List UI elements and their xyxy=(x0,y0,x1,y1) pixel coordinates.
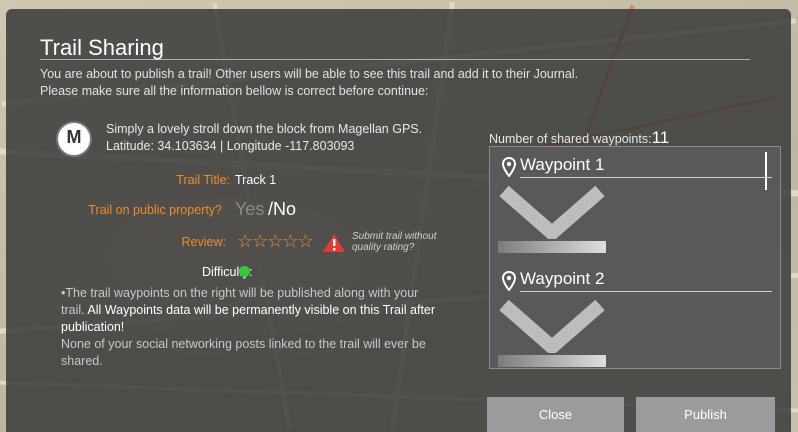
public-yes-option[interactable]: Yes xyxy=(235,199,264,220)
note-part-2: All Waypoints data will be permanently v… xyxy=(61,303,436,334)
shared-waypoints-number: 11 xyxy=(651,128,670,147)
publish-note: •The trail waypoints on the right will b… xyxy=(61,285,436,370)
logo-letter: M xyxy=(66,127,82,147)
publish-button[interactable]: Publish xyxy=(636,397,775,432)
waypoint-divider xyxy=(520,291,772,292)
waypoint-thumbnail-bar xyxy=(498,355,606,367)
waypoint-name: Waypoint 1 xyxy=(520,155,605,174)
trail-title-label: Trail Title: xyxy=(176,173,230,187)
public-no-option[interactable]: /No xyxy=(268,199,296,220)
close-button[interactable]: Close xyxy=(487,397,624,432)
shared-waypoints-count: Number of shared waypoints:11 xyxy=(489,128,669,148)
waypoint-name: Waypoint 2 xyxy=(520,269,605,288)
intro-line-2: Please make sure all the information bel… xyxy=(40,84,429,98)
review-label: Review: xyxy=(181,235,226,249)
trail-description: Simply a lovely stroll down the block fr… xyxy=(106,121,422,155)
submit-without-line-1: Submit trail without xyxy=(352,231,437,242)
review-stars[interactable]: ☆☆☆☆☆ xyxy=(237,231,314,252)
warning-icon xyxy=(323,234,345,252)
dialog-title: Trail Sharing xyxy=(40,35,164,60)
intro-line-1: You are about to publish a trail! Other … xyxy=(40,67,579,81)
location-pin-icon xyxy=(502,157,516,177)
waypoint-list[interactable]: Waypoint 1 Waypoint 2 xyxy=(489,146,781,369)
title-divider xyxy=(40,59,750,60)
trail-sharing-dialog: Trail Sharing You are about to publish a… xyxy=(6,9,791,432)
coordinates-text: Latitude: 34.103634 | Longitude -117.803… xyxy=(106,139,355,153)
waypoint-thumbnail-bar xyxy=(498,241,606,253)
public-property-label: Trail on public property? xyxy=(88,203,222,217)
description-text: Simply a lovely stroll down the block fr… xyxy=(106,122,423,136)
shared-waypoints-label: Number of shared waypoints: xyxy=(489,132,652,146)
intro-text: You are about to publish a trail! Other … xyxy=(40,66,578,100)
waypoint-thumbnail xyxy=(499,299,605,353)
magellan-logo: M xyxy=(56,121,92,157)
location-pin-icon xyxy=(502,271,516,291)
note-part-3: None of your social networking posts lin… xyxy=(61,337,426,368)
waypoint-divider xyxy=(520,177,772,178)
trail-title-value[interactable]: Track 1 xyxy=(235,173,276,187)
submit-without-line-2: quality rating? xyxy=(352,242,415,253)
waypoint-thumbnail xyxy=(499,185,605,239)
difficulty-indicator[interactable] xyxy=(239,266,250,277)
submit-without-rating-text[interactable]: Submit trail without quality rating? xyxy=(352,231,436,253)
waypoint-list-scrollbar[interactable] xyxy=(765,152,767,190)
